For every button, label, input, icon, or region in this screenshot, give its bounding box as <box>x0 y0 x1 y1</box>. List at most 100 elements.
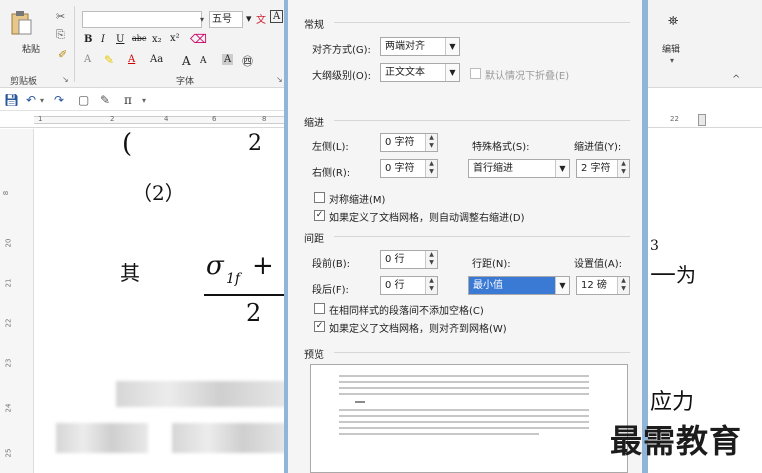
ruler-tick: 8 <box>2 190 11 196</box>
superscript-button[interactable]: x² <box>170 33 180 44</box>
eraser-icon[interactable]: ⌫ <box>190 32 207 46</box>
paste-icon[interactable] <box>10 10 32 36</box>
indent-by-stepper[interactable]: 2 字符 ▲ ▼ <box>576 159 630 178</box>
right-indent-stepper[interactable]: 0 字符 ▲ ▼ <box>380 159 438 178</box>
horizontal-ruler[interactable]: 22 <box>648 112 762 128</box>
up-icon[interactable]: ▲ <box>426 277 437 285</box>
chevron-down-icon[interactable]: ▼ <box>445 64 459 81</box>
down-icon[interactable]: ▼ <box>618 285 629 293</box>
launcher-icon[interactable]: ↘ <box>62 75 69 84</box>
spin-buttons[interactable]: ▲ ▼ <box>425 134 437 151</box>
spin-buttons[interactable]: ▲ ▼ <box>617 160 629 177</box>
mirror-indent-checkbox[interactable] <box>314 192 325 203</box>
equation-fragment: ( <box>122 129 133 159</box>
wen-icon[interactable]: 文 <box>256 11 266 26</box>
binoculars-icon[interactable]: ⛯ <box>668 14 678 29</box>
ruler-tick: 24 <box>4 403 13 413</box>
up-icon[interactable]: ▲ <box>426 251 437 259</box>
fraction-bar <box>204 294 290 296</box>
chevron-down-icon[interactable]: ▾ <box>200 11 209 28</box>
ruler-tick: 8 <box>262 115 267 123</box>
snap-to-grid-checkbox[interactable]: ✓ <box>314 321 325 332</box>
ruler-tick: 1 <box>38 115 43 123</box>
no-space-same-style-checkbox[interactable] <box>314 303 325 314</box>
text-effects-button[interactable]: A <box>84 54 91 65</box>
collapse-checkbox[interactable] <box>470 68 481 79</box>
alignment-select[interactable]: 两端对齐 ▼ <box>380 37 460 56</box>
font-name-box[interactable] <box>82 11 202 28</box>
chevron-down-icon[interactable]: ▾ <box>246 12 252 25</box>
strikethrough-button[interactable]: abc <box>132 34 146 43</box>
char-shading-icon[interactable]: A <box>222 54 234 65</box>
down-icon[interactable]: ▼ <box>426 142 437 150</box>
redo-icon[interactable]: ↷ <box>54 93 64 107</box>
up-icon[interactable]: ▲ <box>618 277 629 285</box>
char-border-icon[interactable]: A <box>270 10 284 23</box>
highlight-icon[interactable]: ✎ <box>104 53 114 67</box>
chevron-down-icon[interactable]: ▼ <box>445 38 459 55</box>
edit-icon[interactable]: ✎ <box>100 93 110 107</box>
font-size-box[interactable]: 五号 <box>209 11 243 28</box>
new-doc-icon[interactable]: ▢ <box>78 93 89 107</box>
auto-adjust-checkbox[interactable]: ✓ <box>314 210 325 221</box>
spin-buttons[interactable]: ▲ ▼ <box>425 160 437 177</box>
cut-icon[interactable]: ✂ <box>56 10 65 23</box>
space-after-label: 段后(F): <box>312 285 349 296</box>
chevron-down-icon[interactable]: ▼ <box>555 160 569 177</box>
ruler-tick: 20 <box>4 238 13 248</box>
at-stepper[interactable]: 12 磅 ▲ ▼ <box>576 276 630 295</box>
copy-icon[interactable]: ⎘ <box>56 28 65 42</box>
blurred-text <box>56 423 148 453</box>
indent-marker[interactable] <box>698 114 706 126</box>
undo-icon[interactable]: ↶ <box>26 93 36 107</box>
change-case-button[interactable]: Aa <box>150 54 163 65</box>
horizontal-ruler[interactable]: 1 2 4 6 8 <box>0 112 290 128</box>
ruler-tick: 25 <box>4 448 13 458</box>
vertical-ruler[interactable]: 8 20 21 22 23 24 25 <box>0 129 34 473</box>
italic-button[interactable]: I <box>101 34 105 45</box>
collapse-ribbon-icon[interactable]: ^ <box>732 74 740 85</box>
up-icon[interactable]: ▲ <box>426 134 437 142</box>
outline-level-select[interactable]: 正文文本 ▼ <box>380 63 460 82</box>
underline-button[interactable]: U <box>116 34 124 45</box>
subscript-button[interactable]: x₂ <box>152 34 162 45</box>
equation-denominator: 2 <box>246 299 262 327</box>
enclose-char-icon[interactable]: ㊃ <box>242 53 253 69</box>
left-indent-stepper[interactable]: 0 字符 ▲ ▼ <box>380 133 438 152</box>
ruler-tick: 2 <box>110 115 115 123</box>
down-icon[interactable]: ▼ <box>426 259 437 267</box>
equation-icon[interactable]: π <box>124 93 132 107</box>
down-icon[interactable]: ▼ <box>426 285 437 293</box>
bold-button[interactable]: B <box>84 34 92 45</box>
body-text: 应力 <box>650 390 695 415</box>
alignment-value: 两端对齐 <box>385 41 425 52</box>
edit-group-label[interactable]: 编辑 <box>662 42 680 55</box>
space-after-stepper[interactable]: 0 行 ▲ ▼ <box>380 276 438 295</box>
document-page[interactable]: ( 2 （2） 其 σ 1f + 2 <box>34 129 290 473</box>
down-icon[interactable]: ▼ <box>618 168 629 176</box>
spin-buttons[interactable]: ▲ ▼ <box>425 277 437 294</box>
down-icon[interactable]: ▼ <box>426 168 437 176</box>
save-icon[interactable]: 💾︎ <box>4 93 19 107</box>
launcher-icon[interactable]: ↘ <box>276 75 283 84</box>
format-painter-icon[interactable]: ✐ <box>58 48 67 61</box>
line-spacing-select[interactable]: 最小值 ▼ <box>468 276 570 295</box>
space-after-value: 0 行 <box>385 280 405 291</box>
equation-sigma: σ <box>206 251 224 281</box>
spin-buttons[interactable]: ▲ ▼ <box>617 277 629 294</box>
shrink-font-button[interactable]: A <box>200 56 207 66</box>
chevron-down-icon[interactable]: ▾ <box>40 96 44 105</box>
paste-label[interactable]: 粘贴 <box>22 42 40 55</box>
ribbon: ⛯ 编辑 ▾ ^ <box>648 0 762 88</box>
preview-line <box>339 375 589 377</box>
chevron-down-icon[interactable]: ▾ <box>670 56 674 65</box>
chevron-down-icon[interactable]: ▼ <box>555 277 569 294</box>
grow-font-button[interactable]: A <box>182 54 191 68</box>
spin-buttons[interactable]: ▲ ▼ <box>425 251 437 268</box>
space-before-stepper[interactable]: 0 行 ▲ ▼ <box>380 250 438 269</box>
up-icon[interactable]: ▲ <box>426 160 437 168</box>
special-select[interactable]: 首行缩进 ▼ <box>468 159 570 178</box>
up-icon[interactable]: ▲ <box>618 160 629 168</box>
font-color-button[interactable]: A <box>128 54 135 65</box>
chevron-down-icon[interactable]: ▾ <box>142 96 146 105</box>
